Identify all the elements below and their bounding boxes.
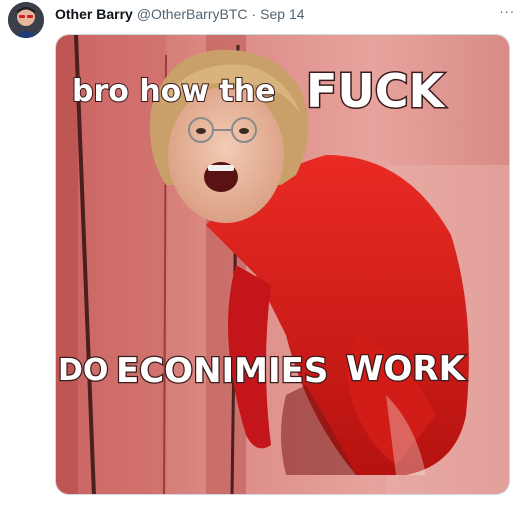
- tweet-header: Other Barry @OtherBarryBTC · Sep 14: [55, 4, 305, 24]
- timestamp[interactable]: Sep 14: [260, 6, 304, 22]
- caption-top-big: FUCK: [306, 64, 447, 118]
- display-name[interactable]: Other Barry: [55, 6, 133, 22]
- caption-top-small: bro how the: [72, 74, 276, 109]
- more-options-icon[interactable]: ···: [497, 2, 517, 20]
- tweet-card: Other Barry @OtherBarryBTC · Sep 14 ···: [0, 0, 527, 509]
- caption-bottom-do: DO: [58, 353, 108, 388]
- user-handle[interactable]: @OtherBarryBTC: [137, 6, 248, 22]
- separator-dot: ·: [251, 6, 257, 22]
- avatar[interactable]: [8, 2, 44, 38]
- tweet-media-image[interactable]: bro how the FUCK DO ECONIMIES WORK: [55, 34, 510, 495]
- caption-bottom-work: WORK: [346, 349, 467, 389]
- caption-bottom-econimies: ECONIMIES: [116, 351, 328, 391]
